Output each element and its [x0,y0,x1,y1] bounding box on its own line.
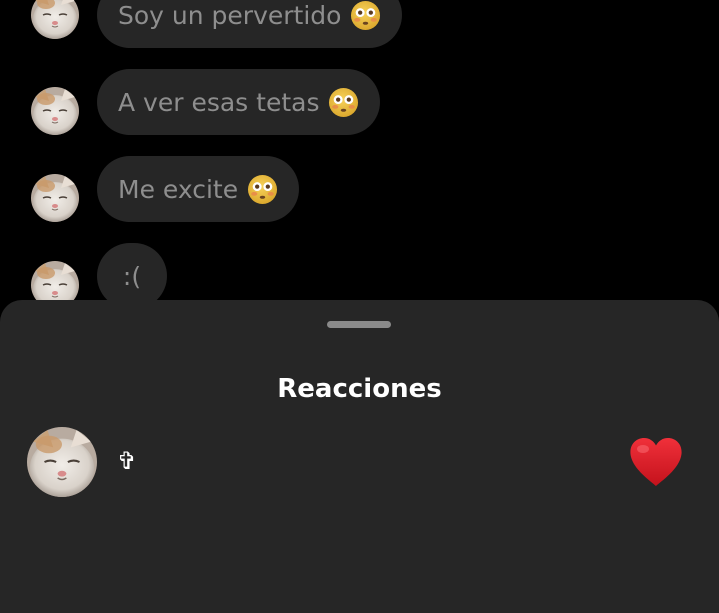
message-bubble[interactable]: Soy un pervertido [97,0,403,48]
cat-avatar-image [31,0,79,39]
sheet-drag-handle[interactable] [327,321,391,328]
message-text: A ver esas tetas [118,87,320,117]
cat-avatar-image [31,87,79,135]
chat-thread: Soy un pervertido A ver esas tetas Me ex… [0,0,719,320]
reactor-username[interactable]: ✞ [117,447,137,475]
flushed-face-icon [247,174,278,205]
sender-avatar[interactable] [31,87,79,135]
message-text: :( [122,261,142,291]
message-text: Soy un pervertido [118,0,342,30]
red-heart-icon [628,436,684,488]
message-row: Soy un pervertido [0,0,719,48]
sheet-title: Reacciones [277,374,442,404]
message-bubble[interactable]: Me excite [97,156,300,222]
flushed-face-icon [350,0,381,31]
cat-avatar-image [27,427,97,497]
message-text: Me excite [118,174,239,204]
message-row: Me excite [0,156,719,222]
message-bubble[interactable]: A ver esas tetas [97,69,381,135]
reactor-avatar[interactable] [27,427,97,497]
reactions-bottom-sheet: Reacciones ✞ [0,300,719,613]
sender-avatar[interactable] [31,174,79,222]
reaction-list-item[interactable]: ✞ [0,424,719,500]
sender-avatar[interactable] [31,0,79,39]
message-row: A ver esas tetas [0,69,719,135]
cat-avatar-image [31,174,79,222]
flushed-face-icon [328,87,359,118]
screen: Soy un pervertido A ver esas tetas Me ex… [0,0,719,613]
